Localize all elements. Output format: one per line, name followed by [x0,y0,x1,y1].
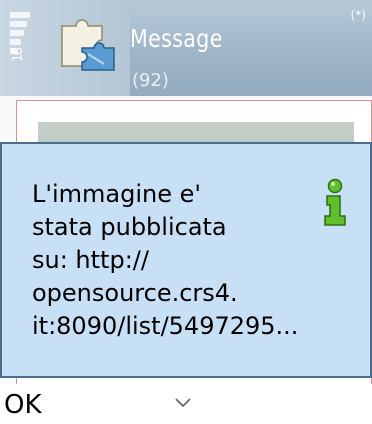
phone-screen: 1G Message (92) (*) L'immagine e' stata … [0,0,372,424]
title-bar: 1G Message (92) (*) [0,0,372,96]
dialog-message: L'immagine e' stata pubblicata su: http:… [32,180,299,340]
network-type-label: 1G [11,48,26,62]
puzzle-icon [61,19,115,71]
info-dialog[interactable]: L'immagine e' stata pubblicata su: http:… [0,142,372,378]
info-icon [324,178,346,226]
bluetooth-indicator: (*) [350,8,366,22]
app-title: Message [130,24,223,53]
chevron-down-icon[interactable] [175,398,191,408]
ok-button[interactable]: OK [4,390,42,420]
signal-strength-icon [10,12,32,82]
softkey-bar: OK [0,384,372,424]
message-count: (92) [132,70,169,91]
